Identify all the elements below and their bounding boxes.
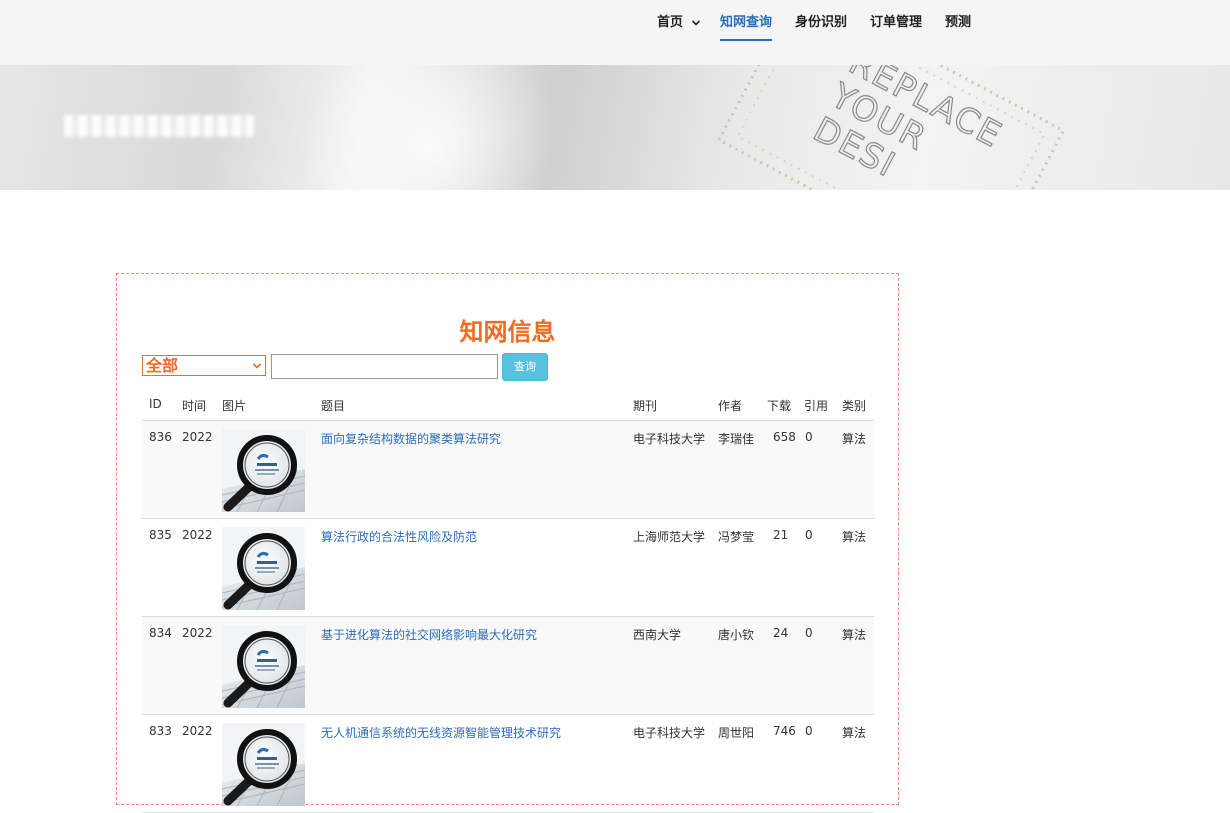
chevron-down-icon — [252, 363, 262, 369]
nav-item-predict[interactable]: 预测 — [945, 11, 971, 30]
column-header-id: ID — [149, 397, 162, 411]
column-header-citations: 引用 — [804, 399, 829, 413]
banner-blurred-title — [64, 115, 254, 137]
thumbnail-image — [222, 625, 305, 708]
cell-category: 算法 — [842, 432, 867, 446]
cell-time: 2022 — [182, 430, 213, 444]
nav-item-label: 预测 — [945, 15, 972, 30]
nav-item-label: 订单管理 — [870, 15, 923, 30]
cell-title-link[interactable]: 面向复杂结构数据的聚类算法研究 — [321, 430, 501, 447]
column-header-author: 作者 — [718, 399, 743, 413]
cell-id: 833 — [149, 724, 172, 738]
column-header-image: 图片 — [222, 399, 247, 413]
cell-category: 算法 — [842, 530, 867, 544]
search-button[interactable]: 查询 — [502, 353, 548, 381]
cell-citations: 0 — [805, 724, 813, 738]
active-tab-indicator — [720, 39, 773, 41]
cell-journal: 电子科技大学 — [633, 432, 706, 446]
cell-journal: 西南大学 — [633, 628, 682, 642]
thumbnail-image — [222, 723, 305, 806]
table-row: 833 2022 无人机通信系统的无线资源智能管理技术研究 电子科技大学 周世阳 746 0… — [142, 715, 874, 813]
cell-id: 835 — [149, 528, 172, 542]
cell-downloads: 746 — [773, 724, 796, 738]
cell-author: 周世阳 — [718, 726, 755, 740]
cell-category: 算法 — [842, 726, 867, 740]
cell-id: 836 — [149, 430, 172, 444]
cell-journal: 上海师范大学 — [633, 530, 706, 544]
cell-downloads: 21 — [773, 528, 789, 542]
cell-citations: 0 — [805, 430, 813, 444]
nav-item-identity[interactable]: 身份识别 — [795, 11, 847, 30]
cell-author: 唐小钦 — [718, 628, 755, 642]
cell-title-link[interactable]: 基于进化算法的社交网络影响最大化研究 — [321, 626, 537, 643]
thumbnail-image — [222, 527, 305, 610]
cell-author: 冯梦莹 — [718, 530, 755, 544]
nav-item-home[interactable]: 首页 — [657, 11, 701, 30]
cell-downloads: 658 — [773, 430, 796, 444]
panel-title: 知网信息 — [459, 318, 556, 346]
cell-category: 算法 — [842, 628, 867, 642]
cell-citations: 0 — [805, 626, 813, 640]
cell-id: 834 — [149, 626, 172, 640]
table-row: 836 2022 面向复杂结构数据的聚类算法研究 电子科技大学 李瑞佳 658 0 算法 — [142, 421, 874, 519]
table-row: 835 2022 算法行政的合法性风险及防范 上海师范大学 冯梦莹 21 0 算法 — [142, 519, 874, 617]
column-header-title: 题目 — [321, 399, 346, 413]
search-input[interactable] — [271, 354, 498, 379]
cell-downloads: 24 — [773, 626, 789, 640]
chevron-down-icon — [691, 19, 700, 26]
cell-time: 2022 — [182, 626, 213, 640]
category-filter-select[interactable]: 全部 — [142, 355, 266, 376]
cnki-info-panel: 知网信息 全部 查询 ID 时间 图片 题目 期刊 作者 下载 引用 类别 83… — [116, 273, 899, 813]
thumbnail-image — [222, 429, 305, 512]
nav-item-label: 知网查询 — [720, 15, 773, 30]
cell-time: 2022 — [182, 528, 213, 542]
table-row: 834 2022 基于进化算法的社交网络影响最大化研究 西南大学 唐小钦 24 0 算法 — [142, 617, 874, 715]
filter-selected-value: 全部 — [146, 356, 179, 375]
column-header-downloads: 下载 — [767, 399, 792, 413]
column-header-journal: 期刊 — [633, 399, 658, 413]
hero-banner: REPLACE YOUR DESI — [0, 65, 1230, 190]
table-header-row: ID 时间 图片 题目 期刊 作者 下载 引用 类别 — [142, 391, 874, 421]
cell-journal: 电子科技大学 — [633, 726, 706, 740]
top-navigation-bar: 首页 知网查询 身份识别 订单管理 预测 — [0, 0, 1230, 65]
cell-title-link[interactable]: 算法行政的合法性风险及防范 — [321, 528, 477, 545]
cell-time: 2022 — [182, 724, 213, 738]
nav-item-cnki-query[interactable]: 知网查询 — [720, 11, 773, 41]
results-table: ID 时间 图片 题目 期刊 作者 下载 引用 类别 836 2022 面向复杂结构… — [142, 391, 874, 813]
nav-item-label: 首页 — [657, 15, 684, 30]
column-header-time: 时间 — [182, 399, 207, 413]
nav-item-orders[interactable]: 订单管理 — [870, 11, 922, 30]
cell-title-link[interactable]: 无人机通信系统的无线资源智能管理技术研究 — [321, 724, 561, 741]
cell-citations: 0 — [805, 528, 813, 542]
cell-author: 李瑞佳 — [718, 432, 755, 446]
column-header-category: 类别 — [842, 399, 867, 413]
nav-item-label: 身份识别 — [795, 15, 848, 30]
